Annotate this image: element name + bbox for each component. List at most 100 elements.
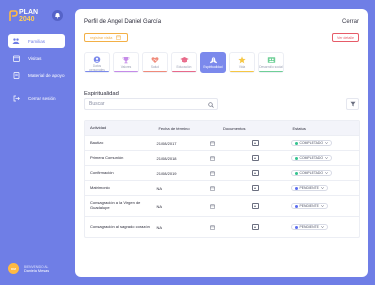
image-icon[interactable] bbox=[252, 140, 260, 146]
calendar-icon[interactable] bbox=[210, 224, 215, 230]
status-dot bbox=[294, 204, 298, 208]
filter-icon bbox=[350, 101, 355, 107]
community-icon bbox=[267, 57, 275, 63]
register-visit-label: registrar visita bbox=[90, 35, 113, 40]
status-badge[interactable]: PENDIENTE bbox=[290, 224, 328, 230]
calendar-icon[interactable] bbox=[210, 185, 215, 191]
sidebar-item-label: Cerrar sesión bbox=[28, 95, 56, 101]
table-row[interactable]: Confirmación 21/08/2019 COMPLETADO bbox=[85, 165, 359, 180]
activities-table: Actividad Fecha de término Documentos Es… bbox=[84, 120, 360, 238]
tab-label: Valores bbox=[120, 65, 132, 69]
status-dot bbox=[294, 225, 298, 229]
sidebar-item-visitas[interactable]: Visitas bbox=[8, 51, 65, 65]
table-row[interactable]: Bautizo 21/08/2017 COMPLETADO bbox=[85, 135, 359, 150]
bell-icon bbox=[55, 13, 60, 19]
image-icon[interactable] bbox=[252, 185, 260, 191]
status-badge[interactable]: PENDIENTE bbox=[290, 203, 328, 209]
logo-plan: PLAN bbox=[19, 9, 39, 16]
tab-accent-bar bbox=[172, 70, 196, 72]
calendar-icon[interactable] bbox=[210, 140, 215, 146]
tab-label: Desarrollo social bbox=[259, 65, 283, 69]
status-dot bbox=[294, 156, 298, 160]
status-badge[interactable]: PENDIENTE bbox=[290, 185, 328, 191]
status-label: PENDIENTE bbox=[299, 186, 319, 190]
calendar-icon[interactable] bbox=[210, 203, 215, 209]
tab-espiritualidad[interactable]: Espiritualidad bbox=[200, 52, 226, 73]
date-cell: 21/08/2017 bbox=[156, 140, 177, 146]
register-visit-button[interactable]: registrar visita bbox=[84, 33, 128, 42]
tab-datos-personales[interactable]: Datos personales bbox=[84, 52, 110, 73]
column-header: Estatus bbox=[292, 125, 306, 131]
image-icon[interactable] bbox=[252, 224, 260, 230]
column-header: Documentos bbox=[223, 125, 246, 131]
sidebar-item-label: Familias bbox=[28, 38, 46, 44]
logo-mark-icon bbox=[9, 10, 18, 21]
status-label: PENDIENTE bbox=[299, 204, 319, 208]
view-detail-button[interactable]: Ver detalle bbox=[332, 33, 359, 42]
tab-salud[interactable]: Salud bbox=[142, 52, 168, 73]
graduation-cap-icon bbox=[179, 57, 189, 63]
family-icon bbox=[12, 37, 20, 45]
close-button[interactable]: Cerrar bbox=[342, 19, 359, 25]
heart-icon bbox=[151, 57, 159, 63]
activity-cell: Consagración al sagrado corazón bbox=[90, 223, 150, 229]
status-dot bbox=[294, 171, 298, 175]
activity-cell: Matrimonio bbox=[90, 184, 110, 190]
notifications-button[interactable] bbox=[52, 10, 63, 21]
tab-accent-bar bbox=[85, 70, 109, 72]
image-icon[interactable] bbox=[252, 155, 260, 161]
filter-button[interactable] bbox=[346, 98, 359, 110]
tab-accent-bar bbox=[114, 70, 138, 72]
sidebar-item-logout[interactable]: Cerrar sesión bbox=[8, 91, 65, 105]
status-dot bbox=[294, 141, 298, 145]
person-icon bbox=[93, 56, 101, 63]
date-cell: NA bbox=[156, 203, 163, 209]
activity-cell: Primera Comunión bbox=[90, 154, 124, 160]
visits-icon bbox=[12, 54, 20, 62]
chevron-down-icon bbox=[320, 205, 324, 207]
status-badge[interactable]: COMPLETADO bbox=[290, 155, 333, 161]
date-cell: 21/08/2019 bbox=[156, 170, 177, 176]
search-placeholder: Buscar bbox=[89, 101, 105, 107]
tab-label: Vida bbox=[238, 65, 246, 69]
page-title: Perfil de Angel Daniel García bbox=[84, 19, 162, 25]
trophy-icon bbox=[122, 57, 130, 64]
chevron-down-icon bbox=[320, 226, 324, 228]
sidebar-item-material[interactable]: Material de apoyo bbox=[8, 68, 65, 82]
chevron-down-icon bbox=[325, 172, 329, 174]
search-icon[interactable] bbox=[208, 102, 214, 108]
tab-desarrollo-social[interactable]: Desarrollo social bbox=[258, 52, 284, 73]
sidebar-item-label: Visitas bbox=[28, 55, 42, 61]
user-profile[interactable]: DM BIENVENIDO AL Daniela Mesas bbox=[8, 263, 49, 274]
table-row[interactable]: Matrimonio NA PENDIENTE bbox=[85, 180, 359, 195]
date-cell: NA bbox=[156, 224, 163, 230]
activity-cell: Consagración a la Virgen de Guadalupe bbox=[90, 200, 141, 210]
status-label: PENDIENTE bbox=[299, 225, 319, 229]
calendar-icon[interactable] bbox=[210, 170, 215, 176]
tab-educacion[interactable]: Educación bbox=[171, 52, 197, 73]
chevron-down-icon bbox=[320, 187, 324, 189]
sidebar-item-familias[interactable]: Familias bbox=[8, 34, 65, 48]
tab-vida[interactable]: Vida bbox=[229, 52, 255, 73]
status-dot bbox=[294, 186, 298, 190]
column-header: Actividad bbox=[90, 124, 107, 130]
tab-accent-bar bbox=[259, 70, 283, 72]
table-row[interactable]: Primera Comunión 21/08/2018 COMPLETADO bbox=[85, 150, 359, 165]
date-cell: 21/08/2018 bbox=[156, 155, 177, 161]
sidebar: PLAN 2040 Familias Visitas Material de a… bbox=[0, 0, 70, 285]
chevron-down-icon bbox=[325, 142, 329, 144]
column-header: Fecha de término bbox=[158, 125, 190, 131]
logout-icon bbox=[12, 94, 20, 102]
tab-valores[interactable]: Valores bbox=[113, 52, 139, 73]
search-input[interactable]: Buscar bbox=[84, 98, 218, 110]
image-icon[interactable] bbox=[252, 170, 260, 176]
category-tabs: Datos personales Valores Salud Educación… bbox=[84, 52, 284, 73]
status-badge[interactable]: COMPLETADO bbox=[290, 140, 333, 146]
table-row[interactable]: Consagración al sagrado corazón NA PENDI… bbox=[85, 216, 359, 237]
image-icon[interactable] bbox=[252, 203, 260, 209]
calendar-icon[interactable] bbox=[210, 155, 215, 161]
status-badge[interactable]: COMPLETADO bbox=[290, 170, 333, 176]
activity-cell: Bautizo bbox=[90, 139, 104, 145]
profile-card: Perfil de Angel Daniel García Cerrar reg… bbox=[75, 9, 368, 277]
table-row[interactable]: Consagración a la Virgen de Guadalupe NA… bbox=[85, 195, 359, 216]
